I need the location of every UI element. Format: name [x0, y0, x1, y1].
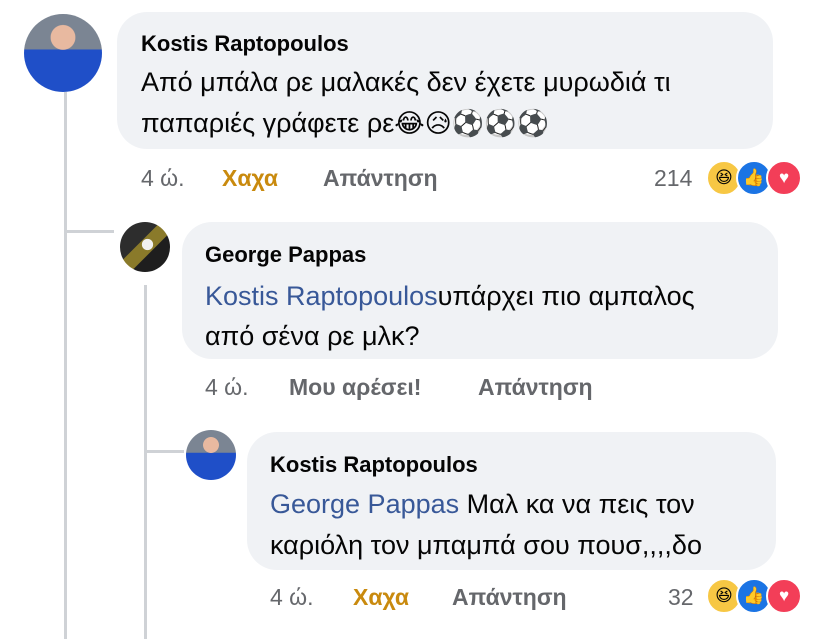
- reply-button[interactable]: Απάντηση: [323, 165, 438, 192]
- reply-button[interactable]: Απάντηση: [478, 374, 593, 401]
- comment-author[interactable]: George Pappas: [205, 242, 366, 268]
- reaction-summary[interactable]: 😆 👍 ♥: [706, 578, 806, 614]
- thread-line-reply: [144, 285, 147, 639]
- comment-text-line2: από σένα ρε μλκ?: [205, 321, 420, 351]
- comment-text: παπαριές γράφετε ρε: [141, 108, 395, 138]
- thread-branch-2: [144, 450, 184, 453]
- love-icon: ♥: [766, 160, 802, 196]
- comment-timestamp[interactable]: 4 ώ.: [270, 584, 314, 611]
- comment-text-line1: Kostis Raptopoulosυπάρχει πιο αμπαλος: [205, 276, 695, 316]
- reaction-count[interactable]: 214: [654, 165, 692, 192]
- avatar[interactable]: [186, 430, 236, 480]
- comment-timestamp[interactable]: 4 ώ.: [141, 165, 185, 192]
- mention-link[interactable]: Kostis Raptopoulos: [205, 281, 438, 311]
- comment-text-line2: παπαριές γράφετε ρε😂😥⚽⚽⚽: [141, 103, 549, 143]
- reaction-summary[interactable]: 😆 👍 ♥: [706, 160, 806, 196]
- reaction-button[interactable]: Χαχα: [222, 165, 278, 192]
- reaction-count[interactable]: 32: [668, 584, 694, 611]
- comment-text-line1: Από μπάλα ρε μαλακές δεν έχετε μυρωδιά τ…: [141, 67, 671, 97]
- comment-author[interactable]: Kostis Raptopoulos: [141, 31, 349, 57]
- like-button[interactable]: Μου αρέσει!: [289, 374, 421, 401]
- emoji-sequence: 😂😥⚽⚽⚽: [394, 108, 549, 138]
- comment-text: υπάρχει πιο αμπαλος: [437, 281, 695, 311]
- thread-line-main: [64, 92, 67, 639]
- reply-button[interactable]: Απάντηση: [452, 584, 567, 611]
- comment-author[interactable]: Kostis Raptopoulos: [270, 452, 478, 478]
- mention-link[interactable]: George Pappas: [270, 489, 459, 519]
- avatar[interactable]: [24, 14, 102, 92]
- avatar[interactable]: [120, 222, 170, 272]
- thread-branch-1: [64, 230, 114, 233]
- reaction-button[interactable]: Χαχα: [353, 584, 409, 611]
- love-icon: ♥: [766, 578, 802, 614]
- comment-text-line1: George Pappas Μαλ κα να πεις τον: [270, 484, 695, 524]
- comment-text-line2: καριόλη τον μπαμπά σου πουσ,,,,δο: [270, 530, 702, 560]
- comment-timestamp[interactable]: 4 ώ.: [205, 374, 249, 401]
- comment-text: Μαλ κα να πεις τον: [459, 489, 695, 519]
